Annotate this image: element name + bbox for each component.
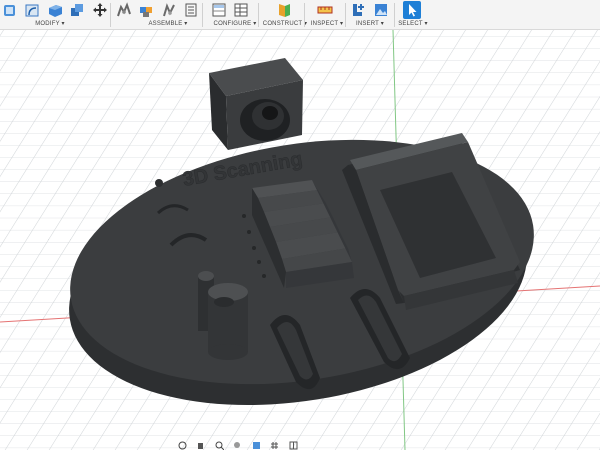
configure-group: CONFIGURE ▾	[211, 0, 256, 30]
toolbar-divider	[394, 3, 395, 27]
offset-plane-icon[interactable]	[276, 2, 292, 18]
model-canvas[interactable]: 3D Scanning	[0, 30, 600, 450]
display-settings-icon[interactable]	[252, 437, 261, 449]
inspect-label[interactable]: INSPECT ▾	[308, 20, 346, 27]
insert-label[interactable]: INSERT ▾	[351, 20, 389, 27]
orbit-icon[interactable]	[178, 437, 187, 450]
press-pull-icon[interactable]	[2, 2, 18, 18]
combine-icon[interactable]	[69, 2, 85, 18]
select-cursor-icon[interactable]	[403, 1, 421, 19]
toolbar-divider	[258, 3, 259, 27]
modify-label[interactable]: MODIFY ▾	[2, 20, 98, 27]
fit-icon[interactable]	[233, 437, 242, 448]
viewports-icon[interactable]	[289, 437, 298, 450]
configure-table-icon[interactable]	[211, 2, 227, 18]
select-group: SELECT ▾	[398, 0, 428, 30]
measure-icon[interactable]	[317, 2, 333, 18]
as-built-joint-icon[interactable]	[161, 2, 177, 18]
rigid-group-icon[interactable]	[183, 2, 199, 18]
assemble-group: ASSEMBLE ▾	[116, 0, 200, 30]
insert-derive-icon[interactable]	[351, 2, 367, 18]
joint-icon[interactable]	[116, 2, 132, 18]
assemble-label[interactable]: ASSEMBLE ▾	[126, 20, 210, 27]
table-icon[interactable]	[233, 2, 249, 18]
toolbar-divider	[202, 3, 203, 27]
navigation-bar	[178, 437, 308, 451]
toolbar-divider	[304, 3, 305, 27]
shell-icon[interactable]	[47, 2, 63, 18]
cube-with-hole	[209, 58, 303, 150]
pan-icon[interactable]	[196, 437, 205, 449]
insert-group: INSERT ▾	[351, 0, 389, 30]
toolbar-divider	[345, 3, 346, 27]
zoom-icon[interactable]	[215, 437, 225, 451]
insert-image-icon[interactable]	[373, 2, 389, 18]
toolbar: MODIFY ▾ ASSEMBLE ▾ CONFIGURE ▾ CONSTRUC…	[0, 0, 600, 30]
small-hole	[155, 179, 163, 187]
grid-settings-icon[interactable]	[270, 437, 279, 449]
select-label[interactable]: SELECT ▾	[398, 20, 428, 27]
configure-label[interactable]: CONFIGURE ▾	[211, 20, 259, 27]
inspect-group: INSPECT ▾	[308, 0, 346, 30]
toolbar-divider	[110, 3, 111, 27]
modify-group: MODIFY ▾	[2, 0, 107, 30]
construct-group: CONSTRUCT ▾	[262, 0, 308, 30]
construct-label[interactable]: CONSTRUCT ▾	[262, 20, 308, 27]
fillet-icon[interactable]	[24, 2, 40, 18]
move-icon[interactable]	[92, 2, 108, 18]
3d-viewport[interactable]: 3D Scanning	[0, 30, 600, 450]
new-component-icon[interactable]	[138, 2, 154, 18]
